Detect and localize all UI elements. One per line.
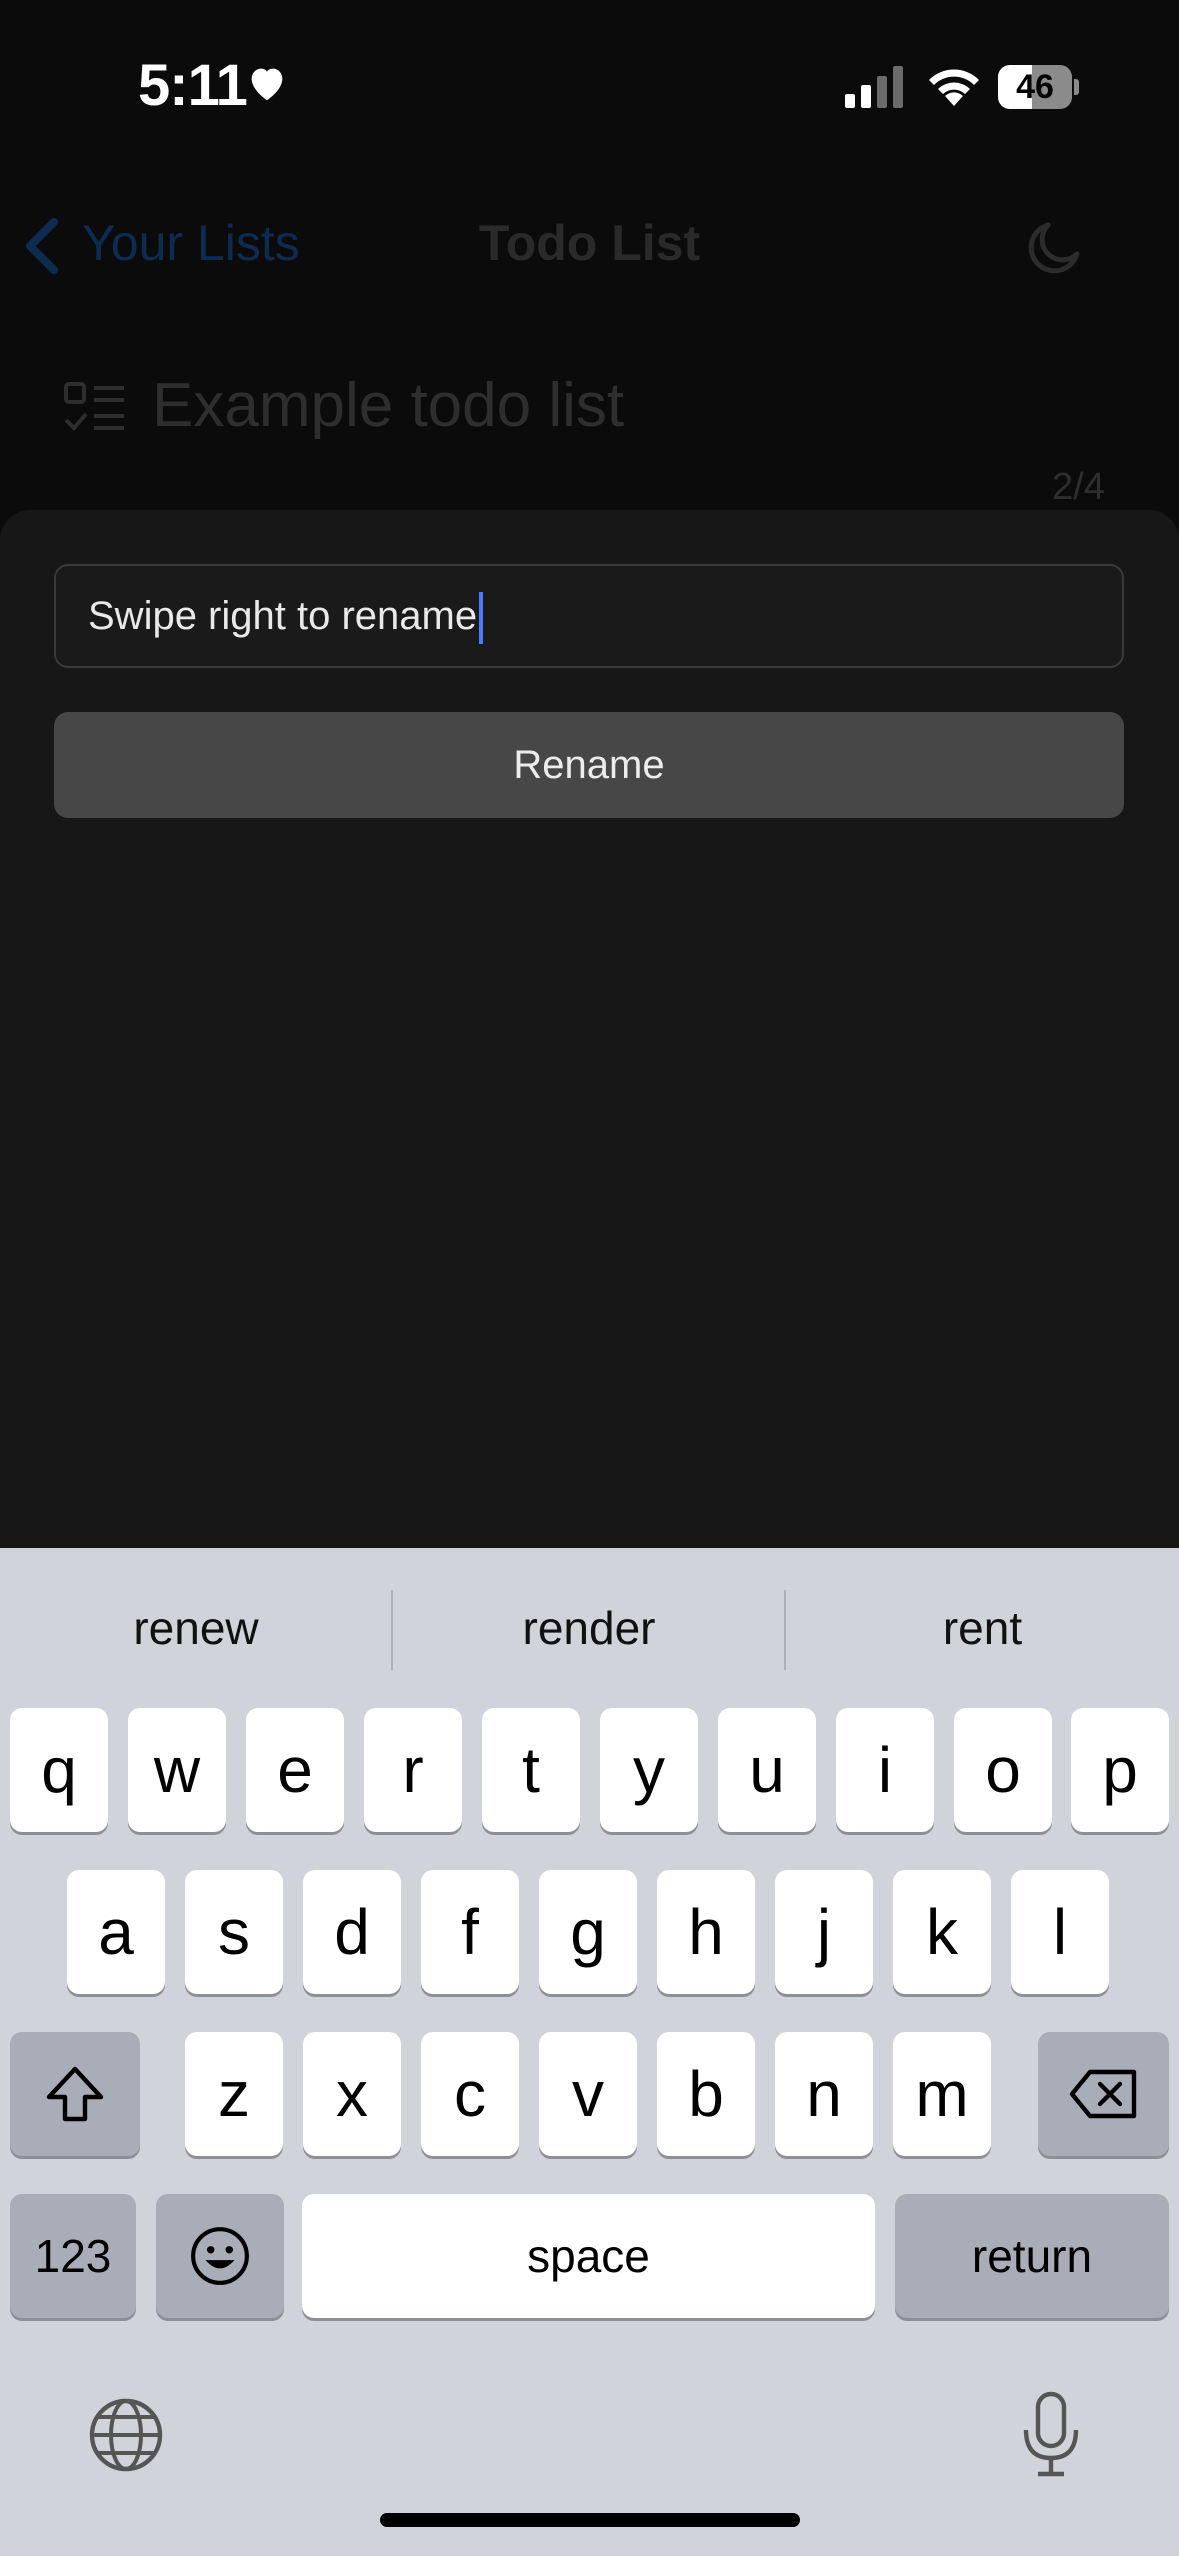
key-t[interactable]: t [482,1708,580,1832]
key-c[interactable]: c [421,2032,519,2156]
key-i[interactable]: i [836,1708,934,1832]
key-h[interactable]: h [657,1870,755,1994]
rename-button[interactable]: Rename [54,712,1124,818]
key-a[interactable]: a [67,1870,165,1994]
numbers-key[interactable]: 123 [10,2194,136,2318]
suggestion-1[interactable]: renew [0,1548,392,1708]
delete-key[interactable] [1038,2032,1169,2156]
suggestion-2[interactable]: render [393,1548,785,1708]
key-l[interactable]: l [1011,1870,1109,1994]
globe-icon[interactable] [86,2395,166,2475]
wifi-icon [929,69,979,106]
key-g[interactable]: g [539,1870,637,1994]
key-z[interactable]: z [185,2032,283,2156]
rename-input-value: Swipe right to rename [88,594,478,638]
key-m[interactable]: m [893,2032,991,2156]
rename-input[interactable]: Swipe right to rename [54,564,1124,668]
list-count: 2/4 [1052,466,1105,508]
space-key[interactable]: space [302,2194,875,2318]
key-n[interactable]: n [775,2032,873,2156]
page-title: Todo List [478,215,701,271]
shift-key[interactable] [10,2032,140,2156]
rename-sheet: Swipe right to rename Rename [0,510,1179,1610]
suggestion-3[interactable]: rent [786,1548,1179,1708]
keyboard: renew render rent q w e r t y u i o p a … [0,1548,1179,2556]
emoji-key[interactable] [156,2194,284,2318]
key-w[interactable]: w [128,1708,226,1832]
list-title: Example todo list [152,371,625,440]
key-q[interactable]: q [10,1708,108,1832]
microphone-icon[interactable] [1018,2390,1084,2480]
key-p[interactable]: p [1071,1708,1169,1832]
key-s[interactable]: s [185,1870,283,1994]
key-j[interactable]: j [775,1870,873,1994]
key-b[interactable]: b [657,2032,755,2156]
key-r[interactable]: r [364,1708,462,1832]
key-u[interactable]: u [718,1708,816,1832]
heart-icon [251,68,283,101]
text-caret [479,592,484,645]
moon-icon[interactable] [1022,214,1088,280]
home-indicator[interactable] [380,2513,800,2527]
cellular-signal-icon [845,66,903,108]
suggestion-bar: renew render rent [0,1548,1179,1708]
key-v[interactable]: v [539,2032,637,2156]
backspace-icon [1069,2069,1136,2119]
list-checks-icon [64,382,124,431]
emoji-icon [191,2227,249,2285]
status-bar: 5:11 46 [0,0,1179,180]
key-k[interactable]: k [893,1870,991,1994]
battery-percent: 46 [1016,68,1054,106]
key-x[interactable]: x [303,2032,401,2156]
shift-icon [46,2066,104,2122]
key-d[interactable]: d [303,1870,401,1994]
key-f[interactable]: f [421,1870,519,1994]
battery-indicator: 46 [998,65,1079,109]
key-y[interactable]: y [600,1708,698,1832]
key-e[interactable]: e [246,1708,344,1832]
status-time: 5:11 [138,53,248,118]
return-key[interactable]: return [895,2194,1169,2318]
key-o[interactable]: o [954,1708,1052,1832]
